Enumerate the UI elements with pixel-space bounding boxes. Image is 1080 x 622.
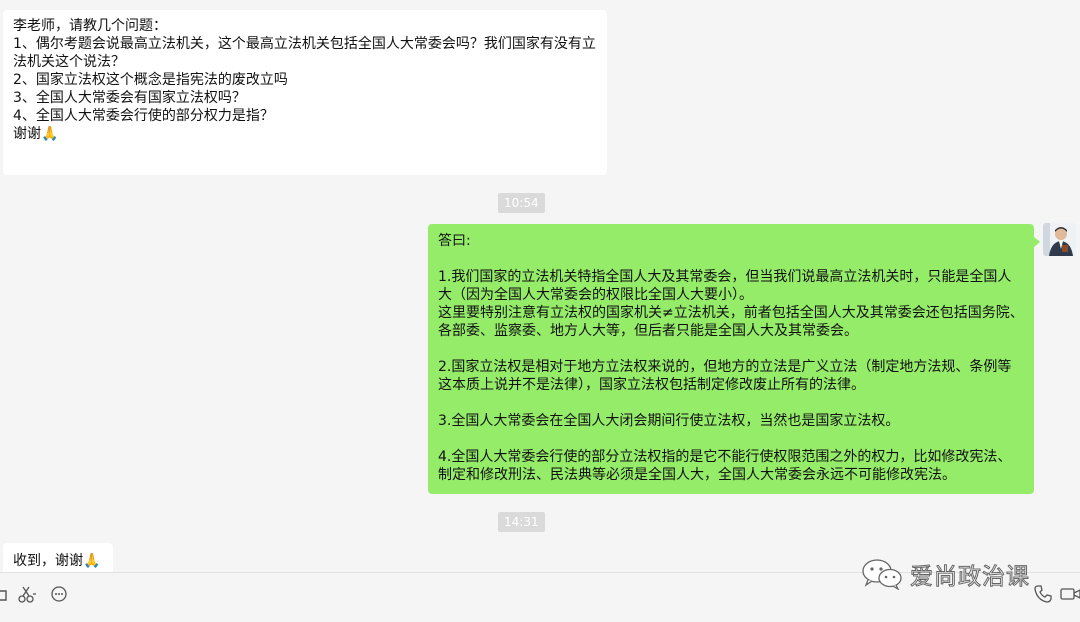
incoming-message-bubble[interactable]: 收到，谢谢🙏 bbox=[3, 543, 113, 572]
avatar-photo-icon bbox=[1043, 223, 1076, 256]
video-call-icon[interactable] bbox=[1060, 584, 1080, 604]
wechat-logo-icon bbox=[862, 559, 902, 590]
watermark: 爱尚政治课 bbox=[860, 556, 1060, 592]
incoming-message-bubble[interactable]: 李老师，请教几个问题： 1、偶尔考题会说最高立法机关，这个最高立法机关包括全国人… bbox=[3, 10, 607, 175]
folder-icon[interactable] bbox=[0, 584, 8, 604]
outgoing-message-bubble[interactable]: 答曰: 1.我们国家的立法机关特指全国人大及其常委会，但当我们说最高立法机关时，… bbox=[428, 224, 1040, 494]
message-timestamp: 10:54 bbox=[498, 193, 545, 213]
chat-message-area[interactable]: 李老师，请教几个问题： 1、偶尔考题会说最高立法机关，这个最高立法机关包括全国人… bbox=[0, 0, 1080, 572]
message-timestamp: 14:31 bbox=[498, 512, 545, 532]
avatar[interactable] bbox=[1043, 223, 1076, 256]
scissors-icon[interactable] bbox=[17, 584, 37, 604]
watermark-text: 爱尚政治课 bbox=[910, 564, 1030, 591]
chat-bubble-icon[interactable] bbox=[49, 584, 69, 604]
